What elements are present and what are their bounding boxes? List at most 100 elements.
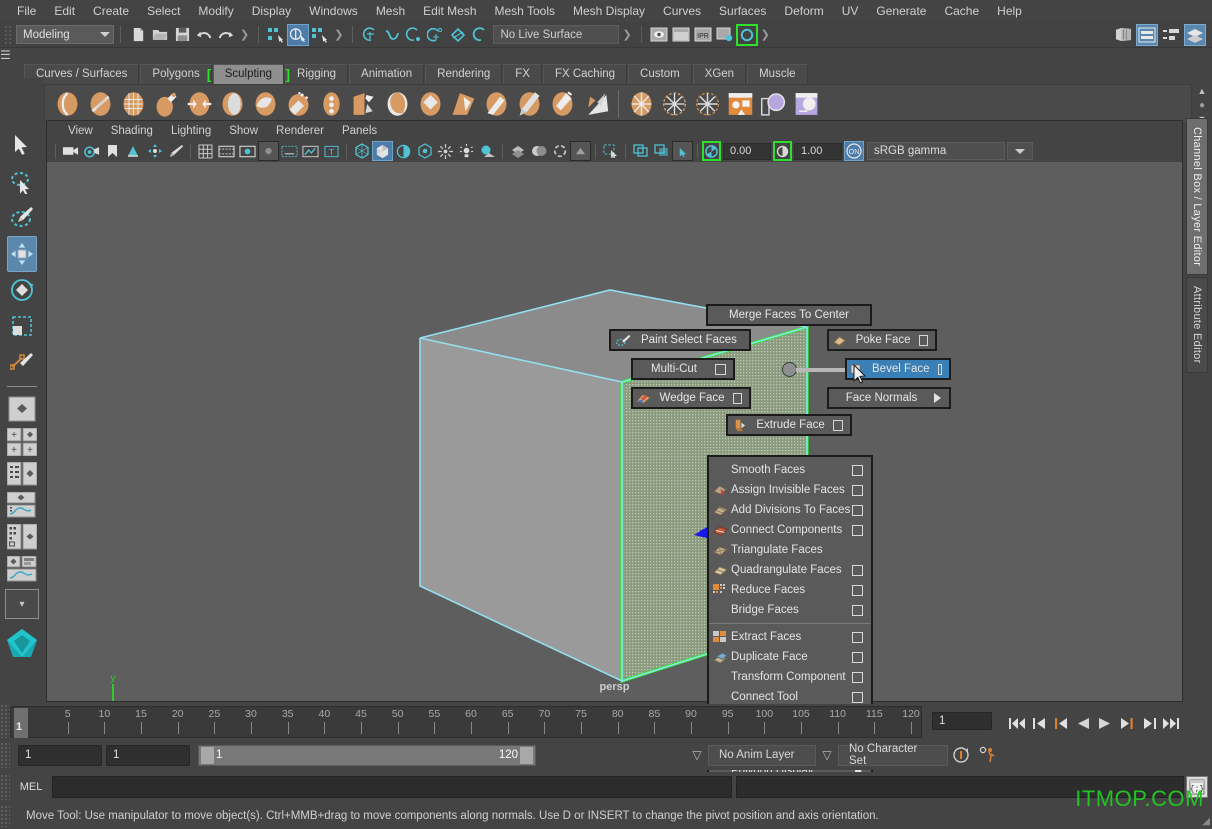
anim-layer-field[interactable]: No Anim Layer	[708, 745, 816, 766]
smooth-shade-icon[interactable]	[372, 141, 393, 161]
menu-display[interactable]: Display	[243, 2, 300, 20]
gamma-icon[interactable]	[773, 141, 792, 161]
auto-keyframe-icon[interactable]	[948, 746, 974, 764]
menu-item-assign-invisible-faces[interactable]: Assign Invisible Faces	[709, 480, 871, 500]
shelf-tab-rigging[interactable]: Rigging	[285, 64, 348, 84]
marking-menu-item-poke-face[interactable]: Poke Face	[827, 329, 937, 351]
lasso-select-tool-icon[interactable]	[7, 164, 37, 200]
two-d-pan-zoom-icon[interactable]	[144, 141, 165, 161]
smooth-brush-icon[interactable]	[84, 87, 117, 121]
knife-brush-icon[interactable]	[480, 87, 513, 121]
sculpt-layer-editor-icon[interactable]	[790, 87, 823, 121]
menu-windows[interactable]: Windows	[300, 2, 367, 20]
viewport-menu-lighting[interactable]: Lighting	[162, 124, 220, 138]
perspective-viewport[interactable]: y x z persp	[47, 162, 1182, 701]
menu-cache[interactable]: Cache	[935, 2, 988, 20]
display-layer-shaded-icon[interactable]	[651, 141, 672, 161]
bulge-brush-icon[interactable]	[546, 87, 579, 121]
menu-item-reduce-faces[interactable]: Reduce Faces	[709, 580, 871, 600]
toggle-channel-box-icon[interactable]	[1160, 24, 1182, 46]
sculpt-tool-settings-icon[interactable]	[724, 87, 757, 121]
collapse-section-arrow[interactable]: ❯	[237, 28, 252, 41]
time-slider-drag-handle[interactable]	[0, 704, 10, 738]
shelf-tab-polygons[interactable]: Polygons	[140, 64, 211, 84]
shelf-tab-animation[interactable]: Animation	[349, 64, 424, 84]
viewport-menu-show[interactable]: Show	[220, 124, 267, 138]
live-surface-field[interactable]: No Live Surface	[493, 25, 619, 44]
menu-help[interactable]: Help	[988, 2, 1031, 20]
marking-menu-item-merge-faces-to-center[interactable]: Merge Faces To Center	[706, 304, 872, 326]
exposure-icon[interactable]	[702, 141, 721, 161]
single-perspective-layout-icon[interactable]	[7, 393, 37, 425]
display-layer-select-icon[interactable]	[672, 141, 693, 161]
command-language-label[interactable]: MEL	[10, 781, 52, 793]
relax-brush-icon[interactable]	[117, 87, 150, 121]
use-default-lighting-icon[interactable]	[435, 141, 456, 161]
save-scene-icon[interactable]	[171, 24, 193, 46]
textured-icon[interactable]	[414, 141, 435, 161]
paint-select-tool-icon[interactable]	[7, 200, 37, 236]
go-to-start-icon[interactable]	[1006, 708, 1028, 738]
gamma-value[interactable]: 1.00	[794, 143, 842, 160]
snap-point-icon[interactable]	[403, 24, 425, 46]
shaded-wireframe-icon[interactable]	[393, 141, 414, 161]
option-box-icon[interactable]	[852, 565, 863, 576]
help-line-drag-handle[interactable]	[0, 805, 10, 827]
scroll-thumb-icon[interactable]: ●	[1199, 100, 1205, 111]
menu-item-quadrangulate-faces[interactable]: Quadrangulate Faces	[709, 560, 871, 580]
image-plane-icon[interactable]	[123, 141, 144, 161]
film-origin-icon[interactable]	[279, 141, 300, 161]
exposure-value[interactable]: 0.00	[723, 143, 771, 160]
menu-edit[interactable]: Edit	[45, 2, 84, 20]
spray-brush-icon[interactable]	[282, 87, 315, 121]
resolution-gate-icon[interactable]	[237, 141, 258, 161]
menu-file[interactable]: File	[8, 2, 45, 20]
command-input[interactable]	[52, 776, 732, 798]
persp-render-layout-icon[interactable]	[5, 556, 39, 582]
hypershade-icon[interactable]	[736, 24, 758, 46]
menu-item-bridge-faces[interactable]: Bridge Faces	[709, 600, 871, 620]
menu-curves[interactable]: Curves	[654, 2, 710, 20]
range-slider-drag-handle[interactable]	[0, 742, 10, 768]
hypershade-persp-layout-icon[interactable]	[5, 524, 39, 550]
ipr-render-icon[interactable]: IPR	[692, 24, 714, 46]
freeze-brush-icon[interactable]	[625, 87, 658, 121]
pinch-brush-icon[interactable]	[183, 87, 216, 121]
shelf-tab-xgen[interactable]: XGen	[693, 64, 746, 84]
field-chart-icon[interactable]	[300, 141, 321, 161]
color-management-toggle-icon[interactable]: ON	[844, 141, 864, 161]
step-back-key-icon[interactable]	[1050, 708, 1072, 738]
step-back-frame-icon[interactable]	[1028, 708, 1050, 738]
shelf-menu-icon[interactable]: ☰	[0, 48, 1212, 62]
command-line-drag-handle[interactable]	[0, 774, 10, 800]
shelf-tab-muscle[interactable]: Muscle	[747, 64, 807, 84]
new-scene-icon[interactable]	[127, 24, 149, 46]
menu-deform[interactable]: Deform	[775, 2, 832, 20]
menu-item-triangulate-faces[interactable]: Triangulate Faces	[709, 540, 871, 560]
repeat-brush-icon[interactable]	[315, 87, 348, 121]
viewport-menu-shading[interactable]: Shading	[102, 124, 162, 138]
more-layouts-icon[interactable]: ▾	[5, 589, 39, 619]
viewport-menu-panels[interactable]: Panels	[333, 124, 386, 138]
playback-start-field[interactable]: 1	[18, 745, 102, 766]
menu-modify[interactable]: Modify	[189, 2, 242, 20]
menu-surfaces[interactable]: Surfaces	[710, 2, 775, 20]
gate-mask-icon[interactable]	[258, 141, 279, 161]
go-to-end-icon[interactable]	[1160, 708, 1182, 738]
sculpt-freeze-icon[interactable]	[691, 87, 724, 121]
menu-item-duplicate-face[interactable]: Duplicate Face	[709, 647, 871, 667]
select-hierarchy-icon[interactable]	[265, 24, 287, 46]
scrape-brush-icon[interactable]	[414, 87, 447, 121]
snap-curve-icon[interactable]	[381, 24, 403, 46]
render-view-icon[interactable]	[648, 24, 670, 46]
open-scene-icon[interactable]	[149, 24, 171, 46]
status-line-drag-handle[interactable]	[4, 25, 12, 45]
toggle-tool-settings-icon[interactable]	[1112, 24, 1134, 46]
menu-edit-mesh[interactable]: Edit Mesh	[414, 2, 485, 20]
option-box-icon[interactable]	[733, 393, 742, 404]
collapse-section-arrow[interactable]: ❯	[331, 28, 346, 41]
shelf-tab-rendering[interactable]: Rendering	[425, 64, 502, 84]
collapse-section-arrow[interactable]: ❯	[619, 28, 634, 41]
menu-set-selector[interactable]: Modeling	[16, 25, 114, 44]
film-gate-icon[interactable]	[216, 141, 237, 161]
